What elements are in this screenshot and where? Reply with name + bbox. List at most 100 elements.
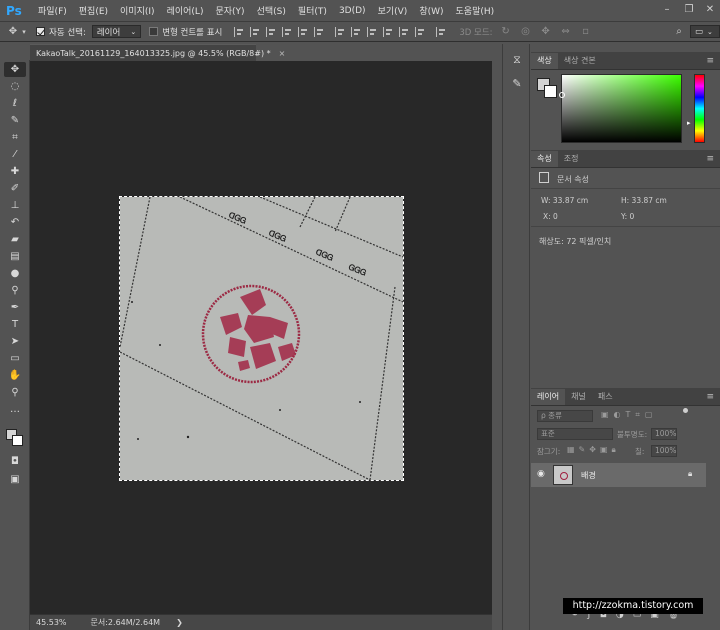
align-hcenter-icon[interactable] — [298, 26, 309, 37]
tab-channels[interactable]: 채널 — [565, 389, 592, 405]
lock-icons[interactable]: ▦✎✥▣🔒︎ — [567, 445, 620, 455]
width-value[interactable]: W: 33.87 cm — [541, 196, 588, 205]
layer-name[interactable]: 배경 — [581, 470, 596, 481]
brush-tool-icon[interactable]: ✐ — [4, 181, 26, 196]
document-image[interactable]: ᗡᏀᏀ ᗡᏀᏀ ᗡᏀᏀ ᏀᏀᏀ — [119, 196, 404, 481]
tab-color[interactable]: 색상 — [531, 53, 558, 69]
eyedropper-tool-icon[interactable]: ⁄ — [4, 147, 26, 162]
distribute-right-icon[interactable] — [415, 26, 426, 37]
search-icon[interactable]: ⌕ — [672, 25, 686, 39]
distribute-left-icon[interactable] — [383, 26, 394, 37]
y-value[interactable]: Y: 0 — [621, 212, 634, 221]
crop-tool-icon[interactable]: ⌗ — [4, 130, 26, 145]
minimize-icon[interactable]: – — [660, 3, 674, 17]
3d-pan-icon[interactable]: ✥ — [539, 25, 553, 39]
close-icon[interactable]: ✕ — [703, 3, 717, 17]
pen-tool-icon[interactable]: ✒ — [4, 300, 26, 315]
tab-layers[interactable]: 레이어 — [531, 389, 566, 405]
menu-window[interactable]: 창(W) — [413, 4, 449, 17]
gradient-tool-icon[interactable]: ▤ — [4, 249, 26, 264]
distribute-hcenter-icon[interactable] — [399, 26, 410, 37]
menu-edit[interactable]: 편집(E) — [73, 4, 114, 17]
menu-image[interactable]: 이미지(I) — [114, 4, 161, 17]
menu-layer[interactable]: 레이어(L) — [161, 4, 210, 17]
transform-controls-checkbox[interactable] — [149, 27, 159, 36]
background-color[interactable] — [544, 85, 557, 98]
align-bottom-icon[interactable] — [266, 26, 277, 37]
quick-select-tool-icon[interactable]: ✎ — [4, 113, 26, 128]
zoom-tool-icon[interactable]: ⚲ — [4, 385, 26, 400]
more-tools-icon[interactable]: … — [4, 402, 26, 417]
3d-rotate-icon[interactable]: ↻ — [499, 25, 513, 39]
menu-select[interactable]: 선택(S) — [251, 4, 292, 17]
shape-tool-icon[interactable]: ▭ — [4, 351, 26, 366]
height-value[interactable]: H: 33.87 cm — [621, 196, 667, 205]
blur-tool-icon[interactable]: ● — [4, 266, 26, 281]
menu-3d[interactable]: 3D(D) — [333, 6, 372, 16]
chevron-down-icon[interactable]: ▾ — [20, 25, 28, 39]
layer-row-background[interactable]: ◉ 배경 🔒︎ — [531, 463, 706, 487]
history-panel-icon[interactable]: ⧖ — [508, 52, 526, 68]
3d-roll-icon[interactable]: ◎ — [519, 25, 533, 39]
move-tool-icon[interactable]: ✥ — [6, 25, 20, 39]
brush-settings-panel-icon[interactable]: ✎ — [508, 76, 526, 92]
align-top-icon[interactable] — [234, 26, 245, 37]
auto-select-dropdown[interactable]: 레이어 ⌄ — [91, 25, 142, 38]
background-color[interactable] — [12, 435, 23, 446]
menu-filter[interactable]: 필터(T) — [292, 4, 333, 17]
tab-properties[interactable]: 속성 — [531, 151, 558, 167]
document-tab[interactable]: KakaoTalk_20161129_164013325.jpg @ 45.5%… — [30, 44, 285, 61]
restore-icon[interactable]: ❐ — [682, 3, 696, 17]
screen-mode-icon[interactable]: ▣ — [4, 472, 26, 487]
type-tool-icon[interactable]: T — [4, 317, 26, 332]
tab-adjustments[interactable]: 조정 — [558, 151, 585, 167]
color-picker-cursor[interactable] — [559, 92, 565, 98]
move-tool-icon[interactable]: ✥ — [4, 62, 26, 77]
filter-toggle-icon[interactable] — [683, 408, 688, 413]
dodge-tool-icon[interactable]: ⚲ — [4, 283, 26, 298]
quick-mask-icon[interactable]: ◘ — [4, 454, 26, 469]
menu-help[interactable]: 도움말(H) — [450, 4, 501, 17]
panel-menu-icon[interactable]: ≡ — [706, 154, 714, 164]
auto-select-checkbox[interactable] — [36, 27, 45, 36]
clone-stamp-tool-icon[interactable]: ⊥ — [4, 198, 26, 213]
distribute-vcenter-icon[interactable] — [351, 26, 362, 37]
hue-slider[interactable] — [694, 74, 705, 143]
align-right-icon[interactable] — [314, 26, 325, 37]
layer-filter-icons[interactable]: ▣◐T⌗▢ — [601, 410, 658, 420]
menu-type[interactable]: 문자(Y) — [209, 4, 250, 17]
zoom-level[interactable]: 45.53% — [36, 618, 67, 627]
distribute-bottom-icon[interactable] — [367, 26, 378, 37]
tab-swatches[interactable]: 색상 견본 — [558, 53, 602, 69]
healing-brush-tool-icon[interactable]: ✚ — [4, 164, 26, 179]
hue-slider-handle-icon[interactable]: ▸ — [687, 119, 691, 127]
color-field[interactable] — [561, 74, 682, 143]
marquee-tool-icon[interactable]: ◌ — [4, 79, 26, 94]
layer-kind-filter[interactable]: ρ 종류 — [537, 410, 593, 422]
blend-mode-dropdown[interactable]: 표준 — [537, 428, 613, 440]
eraser-tool-icon[interactable]: ▰ — [4, 232, 26, 247]
distribute-top-icon[interactable] — [335, 26, 346, 37]
status-menu-arrow-icon[interactable]: ❯ — [176, 618, 183, 627]
auto-align-icon[interactable] — [436, 26, 447, 37]
lasso-tool-icon[interactable]: ℓ — [4, 96, 26, 111]
hand-tool-icon[interactable]: ✋ — [4, 368, 26, 383]
path-select-tool-icon[interactable]: ➤ — [4, 334, 26, 349]
align-left-icon[interactable] — [282, 26, 293, 37]
close-document-icon[interactable]: × — [279, 49, 286, 58]
x-value[interactable]: X: 0 — [543, 212, 558, 221]
3d-slide-icon[interactable]: ⇔ — [559, 25, 573, 39]
tab-paths[interactable]: 패스 — [592, 389, 619, 405]
opacity-input[interactable]: 100% — [651, 428, 677, 440]
history-brush-tool-icon[interactable]: ↶ — [4, 215, 26, 230]
fill-input[interactable]: 100% — [651, 445, 677, 457]
fg-bg-swatch[interactable] — [537, 78, 559, 100]
fg-bg-color-swatch[interactable] — [6, 429, 24, 447]
panel-menu-icon[interactable]: ≡ — [706, 56, 714, 66]
menu-view[interactable]: 보기(V) — [372, 4, 414, 17]
align-vcenter-icon[interactable] — [250, 26, 261, 37]
menu-file[interactable]: 파일(F) — [32, 4, 73, 17]
3d-scale-icon[interactable]: ▫ — [579, 25, 593, 39]
workspace-dropdown[interactable]: ▭ ⌄ — [690, 25, 720, 38]
visibility-eye-icon[interactable]: ◉ — [537, 469, 545, 479]
